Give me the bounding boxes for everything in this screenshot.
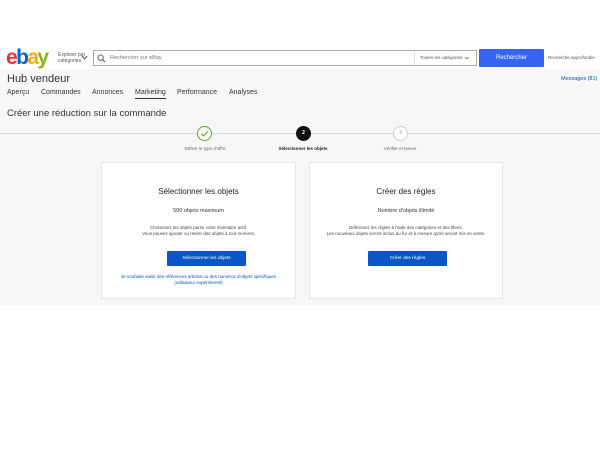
step-completed: [197, 126, 212, 141]
chevron-down-icon: [464, 56, 470, 60]
logo-letter-a: a: [27, 46, 39, 69]
card-subtitle: Nombre d'objets illimité: [377, 208, 435, 214]
step-label-select-items: Sélectionner les objets: [278, 146, 328, 151]
seller-hub-app: ebay Explorer par catégories Toutes les …: [0, 47, 600, 305]
search-button[interactable]: Rechercher: [479, 49, 544, 67]
tab-apercu[interactable]: Aperçu: [7, 89, 29, 96]
page-title: Hub vendeur: [7, 73, 70, 85]
section-title: Créer une réduction sur la commande: [7, 108, 167, 119]
select-items-card: Sélectionner les objets 500 objets maxim…: [101, 162, 296, 299]
search-bar: Toutes les catégories: [93, 50, 477, 66]
tab-marketing[interactable]: Marketing: [135, 89, 166, 99]
tab-annonces[interactable]: Annonces: [92, 89, 123, 96]
ebay-logo[interactable]: ebay: [6, 46, 49, 69]
card-title: Créer des règles: [376, 187, 436, 196]
card-description: Définissez les règles à l'aide des catég…: [320, 225, 492, 237]
chevron-down-icon[interactable]: [80, 53, 89, 62]
search-icon: [97, 54, 106, 63]
logo-letter-b: b: [16, 46, 29, 69]
messages-link[interactable]: Messages (81): [561, 76, 597, 82]
card-title: Sélectionner les objets: [158, 187, 239, 196]
tab-analyses[interactable]: Analyses: [229, 89, 257, 96]
search-input[interactable]: [110, 52, 410, 64]
select-items-button[interactable]: Sélectionner les objets: [167, 251, 246, 266]
category-select[interactable]: Toutes les catégories: [414, 51, 476, 65]
manual-entry-link[interactable]: Je souhaite saisir des références articl…: [108, 274, 289, 286]
page: ebay Explorer par catégories Toutes les …: [0, 0, 600, 450]
logo-letter-y: y: [37, 46, 49, 69]
step-label-review-launch: Vérifier et lancer: [383, 146, 417, 151]
logo-letter-e: e: [6, 46, 18, 69]
category-select-value: Toutes les catégories: [420, 55, 463, 60]
card-description-line: Les nouveaux objets seront inclus au fur…: [326, 231, 486, 236]
step-current: 2: [296, 126, 311, 141]
check-icon: [200, 130, 209, 137]
step-label-offer-type: Définir le type d'offre: [184, 146, 226, 151]
card-description-line: Vous pouvez ajouter ou retirer des objet…: [141, 231, 256, 236]
create-rules-button[interactable]: Créer des règles: [368, 251, 447, 266]
step-upcoming: 3: [393, 126, 408, 141]
card-description: Choisissez les objets parmi votre invent…: [112, 225, 285, 237]
create-rules-card: Créer des règles Nombre d'objets illimit…: [309, 162, 503, 299]
tab-performance[interactable]: Performance: [177, 89, 217, 96]
card-subtitle: 500 objets maximum: [173, 208, 224, 214]
tab-commandes[interactable]: Commandes: [41, 89, 81, 96]
advanced-search-link[interactable]: Recherche approfondie: [548, 55, 595, 60]
manual-entry-link-line: (utilisateur expérimenté): [174, 280, 223, 285]
global-header: ebay Explorer par catégories Toutes les …: [0, 47, 600, 69]
